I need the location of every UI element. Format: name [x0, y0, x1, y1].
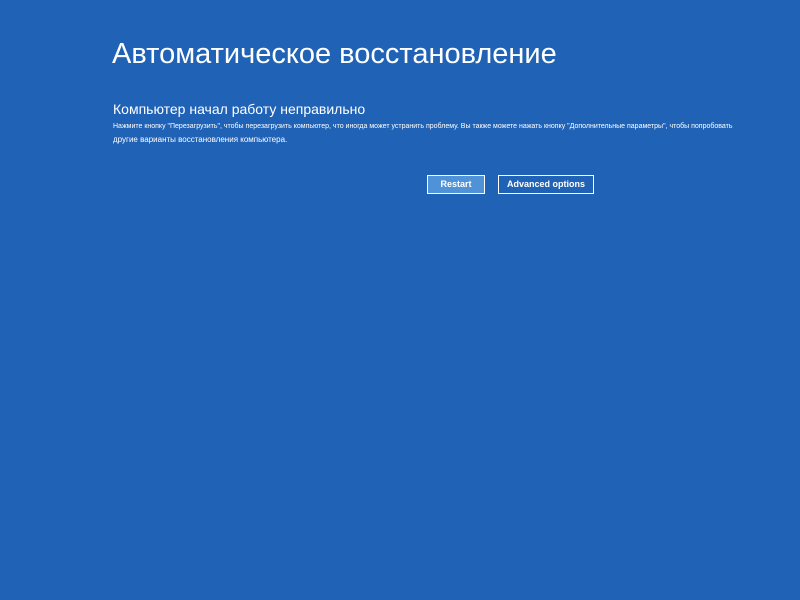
description-text-continued: другие варианты восстановления компьютер… — [113, 135, 288, 144]
error-subtitle: Компьютер начал работу неправильно — [113, 101, 366, 117]
recovery-screen: Автоматическое восстановление Компьютер … — [0, 0, 800, 600]
restart-button[interactable]: Restart — [427, 175, 485, 194]
description-text: Нажмите кнопку "Перезагрузить", чтобы пе… — [113, 123, 733, 130]
advanced-options-button[interactable]: Advanced options — [498, 175, 594, 194]
page-title: Автоматическое восстановление — [112, 38, 557, 70]
